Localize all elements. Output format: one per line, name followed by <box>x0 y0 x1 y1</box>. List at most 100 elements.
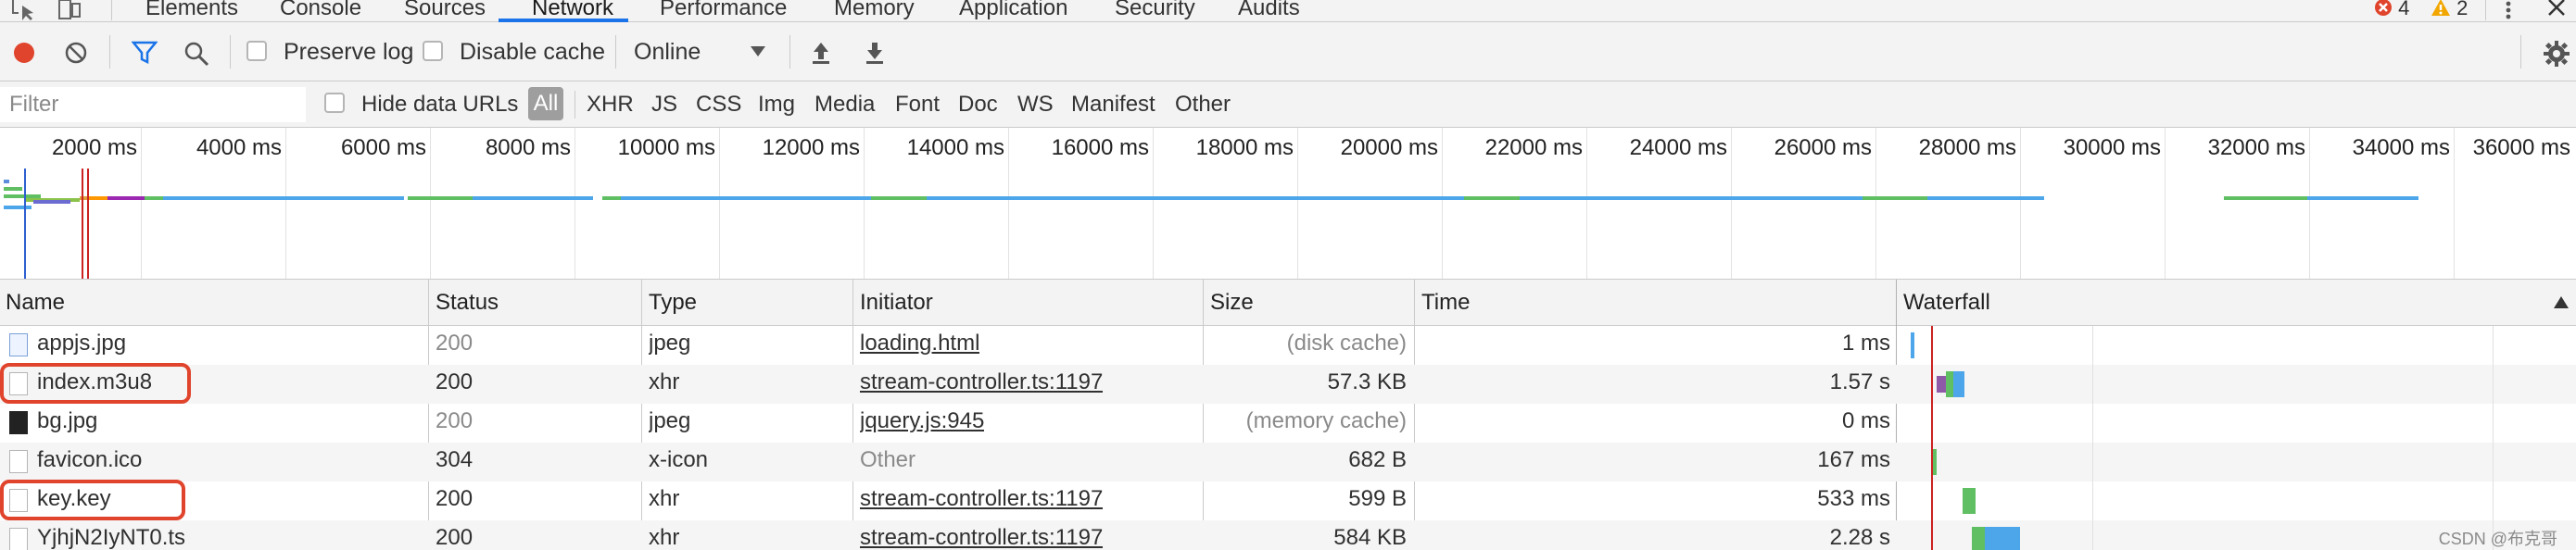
column-header-initiator[interactable]: Initiator <box>854 280 933 326</box>
table-row[interactable]: bg.jpg 200 jpeg jquery.js:945 (memory ca… <box>0 404 2576 443</box>
overview-gridline <box>2165 128 2166 279</box>
gear-icon <box>2544 41 2570 67</box>
overview-tick-label: 32000 ms <box>2207 135 2305 160</box>
tab-console[interactable]: Console <box>280 0 361 22</box>
throttling-select[interactable]: Online <box>634 38 773 66</box>
column-header-size[interactable]: Size <box>1205 280 1254 326</box>
overview-gridline <box>1875 128 1876 279</box>
error-count: 4 <box>2398 0 2410 19</box>
filter-type-xhr[interactable]: XHR <box>587 91 634 119</box>
overview-activity-bar <box>1464 196 1520 200</box>
record-button[interactable] <box>13 42 35 69</box>
tab-separator <box>111 0 112 20</box>
column-header-type[interactable]: Type <box>643 280 697 326</box>
filter-input[interactable] <box>0 87 306 122</box>
request-time: 2.28 s <box>1829 525 1890 550</box>
filter-type-media[interactable]: Media <box>814 91 875 119</box>
table-row[interactable]: key.key 200 xhr stream-controller.ts:119… <box>0 481 2576 520</box>
filter-bar: Hide data URLs All XHR JS CSS Img Media … <box>0 81 2576 128</box>
filter-type-ws[interactable]: WS <box>1017 91 1054 119</box>
overview-activity-bar <box>107 196 145 200</box>
filter-type-img[interactable]: Img <box>758 91 795 119</box>
timeline-overview[interactable]: 2000 ms 4000 ms 6000 ms 8000 ms 10000 ms… <box>0 128 2576 280</box>
overview-activity-bar <box>408 196 473 200</box>
request-initiator-link[interactable]: loading.html <box>860 326 979 365</box>
waterfall-bar <box>1937 376 1946 393</box>
overview-gridline <box>2309 128 2310 279</box>
sort-ascending-icon[interactable] <box>2554 296 2569 309</box>
tab-performance[interactable]: Performance <box>660 0 787 22</box>
request-name[interactable]: appjs.jpg <box>37 326 426 365</box>
filter-type-js[interactable]: JS <box>651 91 677 119</box>
overview-tick-label: 20000 ms <box>1340 135 1438 160</box>
request-type: xhr <box>649 486 680 511</box>
error-count-badge[interactable]: 4 <box>2374 0 2409 22</box>
column-header-status[interactable]: Status <box>430 280 499 326</box>
request-initiator-link[interactable]: stream-controller.ts:1197 <box>860 481 1103 520</box>
filter-type-all[interactable]: All <box>528 87 563 120</box>
filter-type-doc[interactable]: Doc <box>958 91 998 119</box>
toolbar-separator <box>109 35 110 69</box>
request-status: 200 <box>436 486 474 511</box>
overview-activity-bar <box>473 196 593 200</box>
tab-application[interactable]: Application <box>959 0 1067 22</box>
filter-type-other[interactable]: Other <box>1175 91 1231 119</box>
tab-memory[interactable]: Memory <box>834 0 915 22</box>
request-name[interactable]: bg.jpg <box>37 404 426 443</box>
overview-gridline <box>1008 128 1009 279</box>
filter-type-css[interactable]: CSS <box>696 91 741 119</box>
request-initiator: Other <box>860 447 916 472</box>
disable-cache-checkbox[interactable] <box>423 41 443 61</box>
highlight-annotation <box>0 363 191 404</box>
warning-count-badge[interactable]: 2 <box>2431 0 2468 22</box>
request-initiator-link[interactable]: jquery.js:945 <box>860 404 984 443</box>
request-name[interactable]: favicon.ico <box>37 443 426 481</box>
request-initiator-link[interactable]: stream-controller.ts:1197 <box>860 520 1103 550</box>
request-size: 682 B <box>1348 447 1407 472</box>
waterfall-bar <box>1946 371 1953 397</box>
request-name[interactable]: YjhjN2IyNT0.ts <box>37 520 426 550</box>
overview-gridline <box>864 128 865 279</box>
request-time: 1 ms <box>1841 331 1890 356</box>
export-har-button[interactable] <box>864 41 886 69</box>
column-header-waterfall[interactable]: Waterfall <box>1898 280 1990 326</box>
request-initiator-link[interactable]: stream-controller.ts:1197 <box>860 365 1103 404</box>
overview-gridline <box>719 128 720 279</box>
waterfall-bar <box>1972 527 1985 550</box>
image-file-icon <box>9 333 28 356</box>
overview-gridline <box>1586 128 1587 279</box>
filter-toggle-button[interactable] <box>131 41 158 69</box>
overview-tick-label: 26000 ms <box>1774 135 1872 160</box>
inspect-element-icon[interactable] <box>11 0 37 20</box>
overview-activity-bar <box>33 200 70 204</box>
tab-sources[interactable]: Sources <box>404 0 486 22</box>
tab-audits[interactable]: Audits <box>1238 0 1300 22</box>
column-header-name[interactable]: Name <box>0 280 65 326</box>
tab-security[interactable]: Security <box>1115 0 1195 22</box>
preserve-log-checkbox[interactable] <box>246 41 267 61</box>
clear-button[interactable] <box>65 42 87 69</box>
image-file-icon <box>9 411 28 434</box>
tab-separator <box>2485 0 2486 20</box>
import-har-button[interactable] <box>810 41 832 69</box>
waterfall-bar <box>1985 527 2020 550</box>
search-icon <box>184 42 209 67</box>
hide-data-urls-checkbox[interactable] <box>324 93 345 113</box>
device-toolbar-icon[interactable] <box>57 0 83 20</box>
table-row[interactable]: favicon.ico 304 x-icon Other 682 B 167 m… <box>0 443 2576 481</box>
column-header-time[interactable]: Time <box>1416 280 1470 326</box>
close-icon[interactable] <box>2546 0 2567 20</box>
more-options-icon[interactable] <box>2502 0 2515 20</box>
filter-type-manifest[interactable]: Manifest <box>1071 91 1155 119</box>
table-row[interactable]: YjhjN2IyNT0.ts 200 xhr stream-controller… <box>0 520 2576 550</box>
overview-tick-label: 2000 ms <box>51 135 137 160</box>
table-row[interactable]: appjs.jpg 200 jpeg loading.html (disk ca… <box>0 326 2576 365</box>
filter-type-font[interactable]: Font <box>895 91 940 119</box>
search-button[interactable] <box>183 41 209 71</box>
tab-elements[interactable]: Elements <box>145 0 238 22</box>
table-row[interactable]: index.m3u8 200 xhr stream-controller.ts:… <box>0 365 2576 404</box>
table-header: Name Status Type Initiator Size Time Wat… <box>0 280 2576 326</box>
toolbar-separator <box>230 35 231 69</box>
overview-tick-label: 34000 ms <box>2352 135 2450 160</box>
network-settings-button[interactable] <box>2543 40 2570 72</box>
